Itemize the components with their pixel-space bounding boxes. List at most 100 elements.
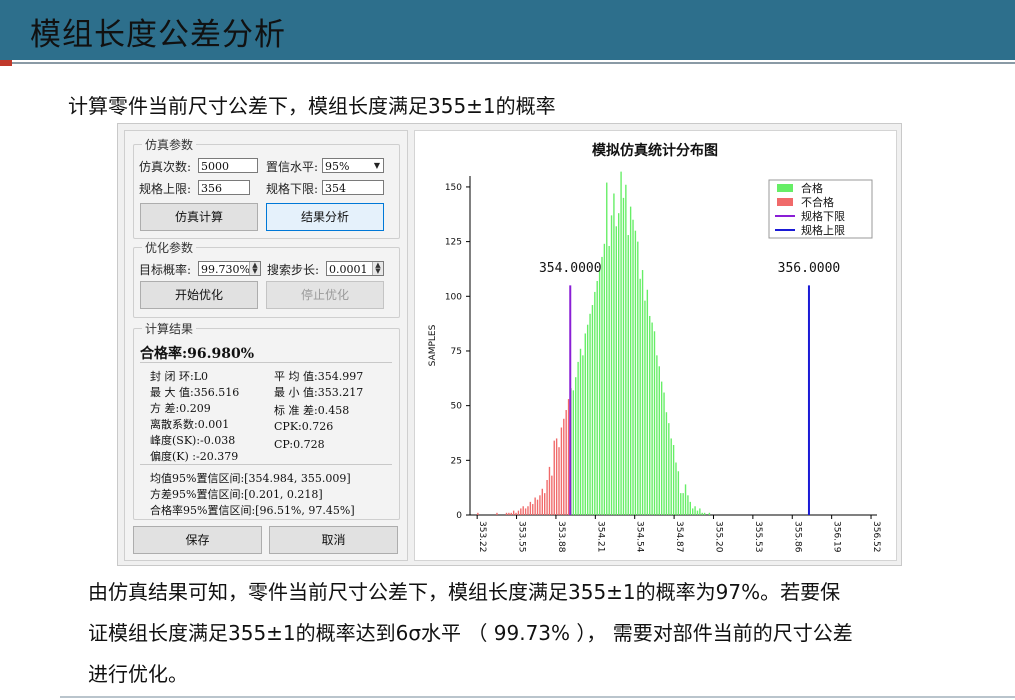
bar-pass [696, 510, 699, 515]
start-optimize-button[interactable]: 开始优化 [140, 281, 258, 309]
bar-pass [687, 495, 689, 515]
bar-pass [594, 291, 596, 515]
histogram-chart: 模拟仿真统计分布图 0 25 50 75 100 125 150 SAMPLES 353.22 35… [428, 142, 881, 553]
lower-limit-label: 规格下限: [266, 182, 319, 196]
bar-pass [646, 289, 649, 515]
target-prob-input[interactable]: 99.730% ▲ ▼ [198, 261, 261, 276]
analyze-button[interactable]: 结果分析 [266, 203, 384, 231]
bottom-divider [60, 696, 1015, 698]
x-tick-label: 356.19 [832, 521, 842, 553]
bar-fail [512, 510, 515, 515]
search-step-label: 搜索步长: [267, 263, 320, 277]
results-title: 计算结果 [142, 320, 197, 337]
bar-pass [641, 270, 644, 515]
chart-title: 模拟仿真统计分布图 [592, 142, 718, 159]
x-tick-label: 354.54 [635, 521, 645, 553]
lower-limit-input[interactable]: 354 [322, 180, 384, 195]
confidence-label: 置信水平: [266, 160, 319, 174]
simulate-button[interactable]: 仿真计算 [140, 203, 258, 231]
cancel-button[interactable]: 取消 [269, 526, 398, 554]
bar-pass [639, 278, 641, 515]
conclusion-line-3: 进行优化。 [88, 662, 188, 686]
bar-pass [651, 322, 653, 515]
stepper-icon[interactable]: ▲ ▼ [249, 262, 260, 275]
bar-fail [515, 512, 517, 515]
bar-pass [637, 241, 639, 515]
title-accent [0, 60, 12, 66]
bar-pass [591, 305, 594, 515]
result-max: 最 大 值:356.516 [150, 386, 240, 399]
bar-pass [708, 512, 711, 515]
bar-fail [553, 440, 555, 515]
slide-title-bar: 模组长度公差分析 [0, 0, 1015, 60]
bar-fail [510, 512, 512, 515]
bar-pass [629, 206, 632, 515]
search-step-input[interactable]: 0.0001 ▲ ▼ [326, 261, 384, 276]
bar-pass [620, 171, 622, 516]
y-tick-label: 50 [451, 402, 463, 412]
sim-params-group: 仿真参数 仿真次数: 5000 置信水平: 95% ▼ 规格上限: 356 规格… [133, 136, 400, 239]
conclusion-line-1: 由仿真结果可知，零件当前尺寸公差下，模组长度满足355±1的概率为97%。若要保 [88, 580, 841, 604]
result-closed-loop: 封 闭 环:L0 [150, 370, 209, 383]
bar-fail [539, 495, 541, 515]
legend-label: 不合格 [801, 195, 834, 209]
target-prob-value: 99.730% [201, 263, 250, 276]
bar-fail [529, 501, 532, 515]
bar-pass [603, 243, 606, 516]
bar-pass [589, 313, 591, 515]
bar-pass [668, 423, 670, 515]
upper-limit-value: 356 [201, 182, 222, 195]
ci-variance: 方差95%置信区间:[0.201, 0.218] [150, 488, 323, 501]
pass-rate: 合格率:96.980% [140, 346, 255, 362]
title-divider [12, 62, 1015, 64]
bar-fail [544, 493, 546, 515]
result-variance: 方 差:0.209 [150, 402, 211, 415]
result-min: 最 小 值:353.217 [274, 386, 364, 399]
optimize-group: 优化参数 目标概率: 99.730% ▲ ▼ 搜索步长: 0.0001 ▲ ▼ 开始… [133, 239, 400, 318]
bar-pass [653, 331, 656, 515]
bar-pass [682, 493, 684, 515]
stop-optimize-button[interactable]: 停止优化 [266, 281, 384, 309]
confidence-select[interactable]: 95% ▼ [322, 158, 384, 173]
bar-pass [598, 270, 601, 515]
lower-limit-label: 354.0000 [539, 261, 602, 276]
bar-pass [689, 501, 691, 515]
x-tick-label: 354.21 [595, 521, 605, 553]
result-dispersion: 离散系数:0.001 [150, 418, 230, 431]
y-tick-label: 0 [456, 511, 462, 521]
bar-fail [517, 510, 520, 515]
bar-pass [618, 213, 620, 515]
bar-pass [584, 333, 586, 515]
x-tick-label: 354.87 [674, 521, 684, 553]
bar-pass [608, 245, 610, 515]
sim-count-value: 5000 [201, 160, 229, 173]
bar-pass [663, 392, 665, 515]
target-prob-label: 目标概率: [139, 263, 192, 277]
sim-count-input[interactable]: 5000 [198, 158, 258, 173]
bar-pass [577, 361, 579, 515]
bar-pass [632, 219, 634, 515]
bar-pass [658, 366, 660, 515]
bar-pass [680, 493, 682, 515]
upper-limit-input[interactable]: 356 [198, 180, 250, 195]
ci-pass-rate: 合格率95%置信区间:[96.51%, 97.45%] [150, 504, 355, 517]
bar-pass [622, 197, 625, 515]
bar-pass [701, 512, 703, 515]
legend-label: 合格 [801, 181, 823, 195]
bar-pass [644, 300, 646, 515]
y-axis-label: SAMPLES [428, 324, 438, 366]
search-step-value: 0.0001 [329, 263, 368, 276]
bar-pass [699, 508, 701, 515]
bar-pass [606, 182, 608, 516]
chevron-down-icon[interactable]: ▼ [372, 159, 382, 172]
stepper-icon[interactable]: ▲ ▼ [372, 262, 383, 275]
bar-fail [527, 506, 529, 515]
bar-pass [610, 215, 613, 515]
bar-pass [656, 355, 658, 515]
save-button[interactable]: 保存 [133, 526, 262, 554]
legend-swatch [777, 184, 793, 192]
x-tick-label: 355.20 [713, 521, 723, 553]
result-kurtosis: 峰度(SK):-0.038 [150, 434, 236, 447]
x-tick-label: 355.86 [792, 521, 802, 553]
ci-mean: 均值95%置信区间:[354.984, 355.009] [150, 472, 351, 485]
